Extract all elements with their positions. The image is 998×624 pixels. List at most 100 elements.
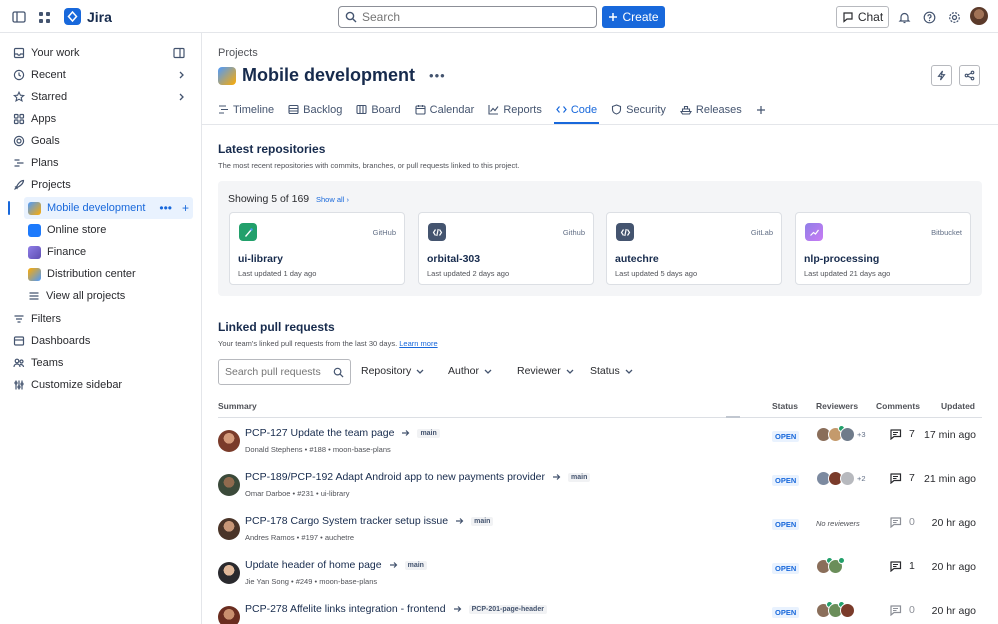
sidebar: Your work Recent Starred Apps Goals Plan… <box>0 33 202 624</box>
project-label: Finance <box>47 246 87 258</box>
pr-title[interactable]: PCP-278 Affelite links integration - fro… <box>245 603 446 615</box>
tab-reports[interactable]: Reports <box>488 95 542 124</box>
tab-security[interactable]: Security <box>611 95 666 124</box>
notifications-icon[interactable] <box>893 6 915 28</box>
chat-button[interactable]: Chat <box>836 6 889 28</box>
sidebar-item-teams[interactable]: Teams <box>9 352 193 374</box>
tab-label: Security <box>626 103 666 116</box>
updated-time: 20 hr ago <box>931 561 976 573</box>
sidebar-item-projects[interactable]: Projects <box>9 174 193 196</box>
add-icon[interactable]: + <box>182 201 189 215</box>
breadcrumb[interactable]: Projects <box>218 47 258 59</box>
column-updated[interactable]: Updated <box>941 401 975 411</box>
pr-title[interactable]: PCP-127 Update the team page <box>245 427 394 439</box>
tab-code[interactable]: Code <box>553 95 600 124</box>
author-avatar <box>218 430 240 452</box>
sidebar-item-plans[interactable]: Plans <box>9 152 193 174</box>
filter-icon <box>13 313 25 325</box>
repo-updated: Last updated 2 days ago <box>427 269 510 278</box>
reviewers-more-count: +2 <box>857 474 866 483</box>
create-button[interactable]: Create <box>602 6 665 28</box>
table-row[interactable]: PCP-127 Update the team page main Donald… <box>218 421 982 465</box>
status-badge: OPEN <box>772 475 800 486</box>
table-row[interactable]: PCP-278 Affelite links integration - fro… <box>218 597 982 624</box>
filter-label: Status <box>590 365 620 377</box>
sidebar-toggle-icon[interactable] <box>8 6 30 28</box>
code-icon <box>616 223 634 241</box>
reviewers-group[interactable]: +2 <box>816 471 866 486</box>
automation-lightning-icon[interactable] <box>931 65 952 86</box>
jira-logo[interactable]: Jira <box>64 8 112 25</box>
sidebar-item-your-work[interactable]: Your work <box>9 42 193 64</box>
repo-card-nlp-processing[interactable]: Bitbucket nlp-processing Last updated 21… <box>795 212 971 285</box>
column-comments[interactable]: Comments <box>876 401 920 411</box>
collapse-sidebar-icon[interactable] <box>173 47 185 59</box>
tab-board[interactable]: Board <box>356 95 401 124</box>
column-status[interactable]: Status <box>772 401 798 411</box>
tab-releases[interactable]: Releases <box>679 95 742 124</box>
filter-repository[interactable]: Repository <box>361 365 424 377</box>
plus-icon <box>608 12 618 22</box>
sidebar-view-all-projects[interactable]: View all projects <box>24 285 193 307</box>
filter-reviewer[interactable]: Reviewer <box>517 365 574 377</box>
sidebar-item-label: Apps <box>31 113 57 125</box>
share-icon[interactable] <box>959 65 980 86</box>
pr-title-line: PCP-178 Cargo System tracker setup issue… <box>245 515 494 527</box>
app-switcher-icon[interactable] <box>33 6 55 28</box>
sidebar-project-distribution-center[interactable]: Distribution center <box>24 263 193 285</box>
sidebar-item-goals[interactable]: Goals <box>9 130 193 152</box>
sidebar-item-dashboards[interactable]: Dashboards <box>9 330 193 352</box>
comment-icon <box>889 428 902 440</box>
branch-badge: main <box>417 428 440 438</box>
code-icon <box>556 104 567 115</box>
table-row[interactable]: PCP-189/PCP-192 Adapt Android app to new… <box>218 465 982 509</box>
chevron-down-icon <box>416 367 424 375</box>
tab-calendar[interactable]: Calendar <box>415 95 474 124</box>
pr-title[interactable]: Update header of home page <box>245 559 382 571</box>
pr-search[interactable] <box>218 359 351 385</box>
settings-gear-icon[interactable] <box>943 6 965 28</box>
column-reviewers[interactable]: Reviewers <box>816 401 858 411</box>
pr-title[interactable]: PCP-189/PCP-192 Adapt Android app to new… <box>245 471 545 483</box>
table-row[interactable]: PCP-178 Cargo System tracker setup issue… <box>218 509 982 553</box>
help-icon[interactable] <box>918 6 940 28</box>
pr-title[interactable]: PCP-178 Cargo System tracker setup issue <box>245 515 448 527</box>
search-input[interactable] <box>362 10 582 24</box>
author-avatar <box>218 562 240 584</box>
tab-timeline[interactable]: Timeline <box>218 95 274 124</box>
sidebar-item-apps[interactable]: Apps <box>9 108 193 130</box>
column-summary[interactable]: Summary <box>218 401 257 411</box>
sidebar-project-online-store[interactable]: Online store <box>24 219 193 241</box>
repo-card-ui-library[interactable]: GitHub ui-library Last updated 1 day ago <box>229 212 405 285</box>
backlog-icon <box>288 104 299 115</box>
repo-card-orbital-303[interactable]: Github orbital-303 Last updated 2 days a… <box>418 212 594 285</box>
sidebar-item-recent[interactable]: Recent <box>9 64 193 86</box>
project-online-store-icon <box>28 223 41 237</box>
show-all-link[interactable]: Show all › <box>316 195 349 204</box>
reviewers-group[interactable] <box>816 557 845 574</box>
sidebar-item-starred[interactable]: Starred <box>9 86 193 108</box>
tab-backlog[interactable]: Backlog <box>288 95 342 124</box>
column-resize-handle[interactable] <box>726 416 740 418</box>
reviewers-group[interactable] <box>816 601 855 618</box>
arrow-right-icon <box>552 473 561 481</box>
sidebar-project-mobile-development[interactable]: Mobile development ••• + <box>24 197 193 219</box>
global-search[interactable] <box>338 6 597 28</box>
comments-count: 0 <box>889 516 915 528</box>
sidebar-item-filters[interactable]: Filters <box>9 308 193 330</box>
sidebar-project-finance[interactable]: Finance <box>24 241 193 263</box>
pr-search-input[interactable] <box>225 366 325 378</box>
rocket-icon <box>13 179 25 191</box>
more-actions-icon[interactable]: ••• <box>159 201 172 215</box>
sidebar-item-customize[interactable]: Customize sidebar <box>9 374 193 396</box>
status-badge: OPEN <box>772 431 800 442</box>
repo-card-autechre[interactable]: GitLab autechre Last updated 5 days ago <box>606 212 782 285</box>
filter-author[interactable]: Author <box>448 365 492 377</box>
table-row[interactable]: Update header of home page main Jie Yan … <box>218 553 982 597</box>
filter-status[interactable]: Status <box>590 365 633 377</box>
user-avatar[interactable] <box>970 7 988 25</box>
more-options-icon[interactable]: ••• <box>429 68 446 83</box>
reviewers-group[interactable]: +3 <box>816 425 866 442</box>
learn-more-link[interactable]: Learn more <box>399 339 437 348</box>
add-tab-button[interactable] <box>756 95 766 124</box>
